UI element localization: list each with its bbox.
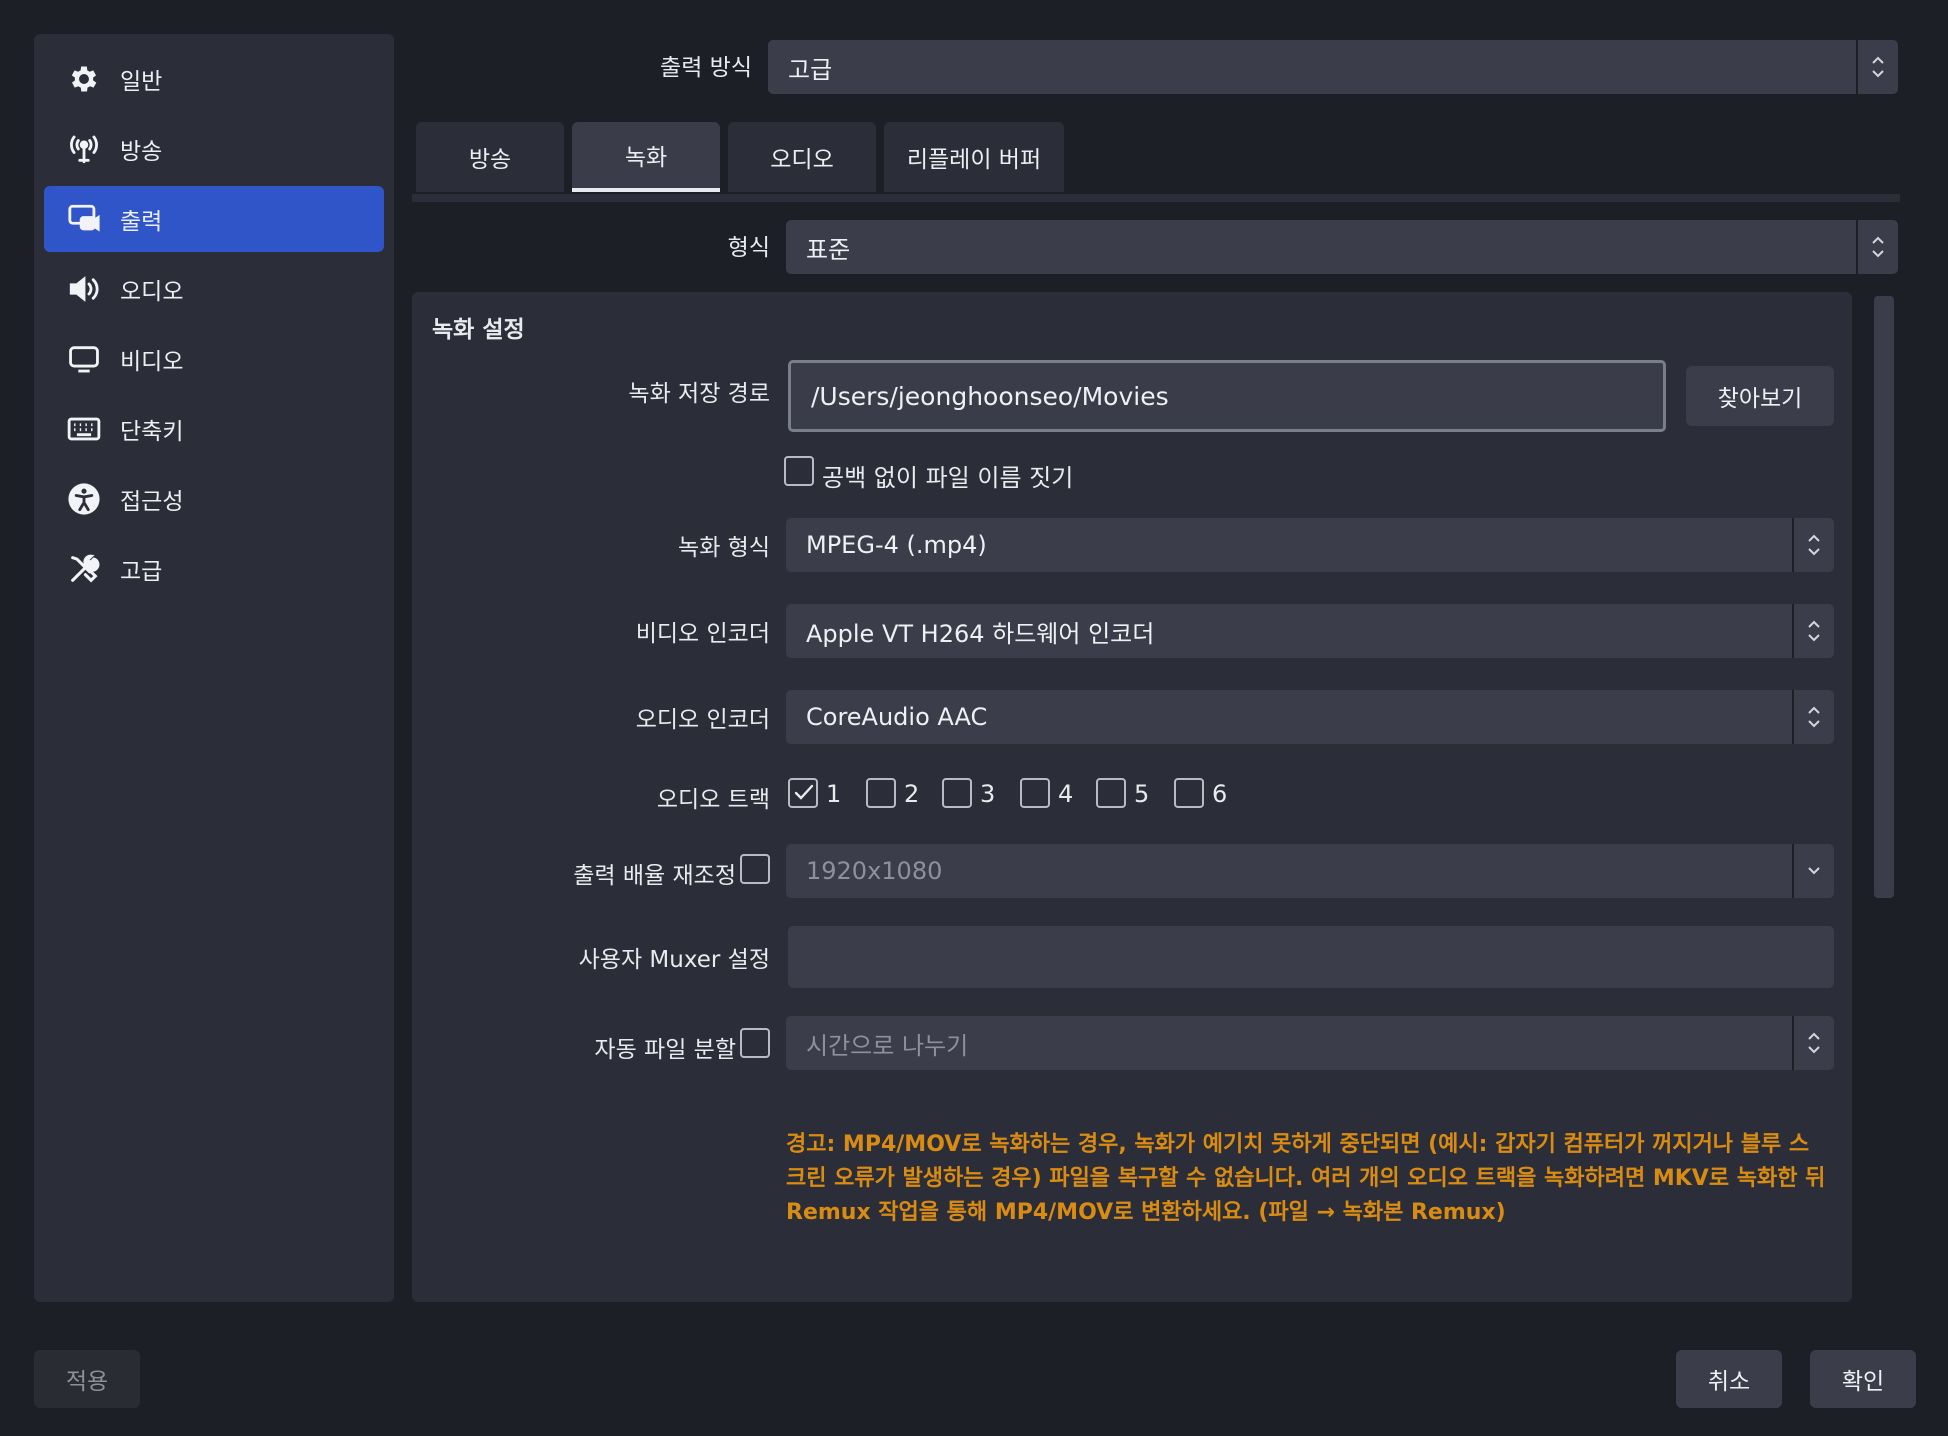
track-4-checkbox[interactable]	[1020, 778, 1050, 808]
tab-underline	[412, 194, 1900, 202]
output-icon	[66, 201, 102, 237]
track-3-checkbox[interactable]	[942, 778, 972, 808]
updown-chevron-icon	[1792, 518, 1834, 572]
updown-chevron-icon	[1792, 604, 1834, 658]
ok-button[interactable]: 확인	[1810, 1350, 1916, 1408]
sidebar-item-advanced[interactable]: 고급	[44, 536, 384, 602]
split-label: 자동 파일 분할	[594, 1037, 736, 1063]
updown-chevron-icon	[1792, 690, 1834, 744]
checkmark-icon	[794, 784, 814, 800]
track-5-checkbox[interactable]	[1096, 778, 1126, 808]
settings-sidebar: 일반 방송 출력 오디오 비디오 단축키 접근성 고급	[34, 34, 394, 1302]
section-title: 녹화 설정	[432, 317, 525, 343]
rescale-label: 출력 배율 재조정	[573, 863, 736, 889]
updown-chevron-icon	[1792, 1016, 1834, 1070]
rescale-checkbox[interactable]	[740, 854, 770, 884]
video-encoder-value: Apple VT H264 하드웨어 인코더	[806, 619, 1155, 648]
format-select[interactable]: 표준	[786, 220, 1898, 274]
track-label: 3	[980, 780, 996, 808]
sidebar-item-general[interactable]: 일반	[44, 46, 384, 112]
sidebar-item-label: 오디오	[120, 279, 184, 305]
rescale-select[interactable]: 1920x1080	[786, 844, 1834, 898]
browse-button[interactable]: 찾아보기	[1686, 366, 1834, 426]
output-mode-label: 출력 방식	[660, 55, 752, 81]
sidebar-item-label: 접근성	[120, 489, 184, 515]
sidebar-item-label: 출력	[120, 209, 163, 235]
tab-replay-buffer[interactable]: 리플레이 버퍼	[884, 122, 1064, 192]
rescale-value: 1920x1080	[806, 857, 943, 885]
apply-button[interactable]: 적용	[34, 1350, 140, 1408]
audio-encoder-label: 오디오 인코더	[635, 707, 770, 733]
gear-icon	[66, 61, 102, 97]
muxer-label: 사용자 Muxer 설정	[578, 947, 770, 973]
track-label: 4	[1058, 780, 1074, 808]
scrollbar[interactable]	[1874, 296, 1894, 898]
video-encoder-label: 비디오 인코더	[635, 621, 770, 647]
format-label: 형식	[727, 235, 770, 261]
rec-format-label: 녹화 형식	[678, 535, 770, 561]
no-space-label: 공백 없이 파일 이름 짓기	[822, 464, 1074, 492]
split-select[interactable]: 시간으로 나누기	[786, 1016, 1834, 1070]
path-input[interactable]: /Users/jeonghoonseo/Movies	[788, 360, 1666, 432]
output-mode-select[interactable]: 고급	[768, 40, 1898, 94]
track-6-checkbox[interactable]	[1174, 778, 1204, 808]
output-tabs: 방송 녹화 오디오 리플레이 버퍼	[416, 122, 1072, 194]
track-label: 6	[1212, 780, 1228, 808]
sidebar-item-hotkeys[interactable]: 단축키	[44, 396, 384, 462]
mp4-warning-text: 경고: MP4/MOV로 녹화하는 경우, 녹화가 예기치 못하게 중단되면 (…	[786, 1132, 1826, 1225]
sidebar-item-label: 일반	[120, 69, 163, 95]
split-checkbox[interactable]	[740, 1028, 770, 1058]
chevron-down-icon	[1792, 844, 1834, 898]
tab-stream[interactable]: 방송	[416, 122, 564, 192]
keyboard-icon	[66, 411, 102, 447]
sidebar-item-label: 고급	[120, 559, 163, 585]
track-label: 5	[1134, 780, 1150, 808]
sidebar-item-audio[interactable]: 오디오	[44, 256, 384, 322]
audio-track-label: 오디오 트랙	[656, 787, 770, 813]
tab-audio[interactable]: 오디오	[728, 122, 876, 192]
audio-encoder-value: CoreAudio AAC	[806, 703, 988, 731]
rec-format-select[interactable]: MPEG-4 (.mp4)	[786, 518, 1834, 572]
track-label: 2	[904, 780, 920, 808]
sidebar-item-stream[interactable]: 방송	[44, 116, 384, 182]
updown-chevron-icon	[1856, 220, 1898, 274]
track-2-checkbox[interactable]	[866, 778, 896, 808]
video-encoder-select[interactable]: Apple VT H264 하드웨어 인코더	[786, 604, 1834, 658]
cancel-button[interactable]: 취소	[1676, 1350, 1782, 1408]
updown-chevron-icon	[1856, 40, 1898, 94]
sidebar-item-label: 비디오	[120, 349, 184, 375]
split-value: 시간으로 나누기	[806, 1031, 969, 1060]
no-space-checkbox[interactable]	[784, 456, 814, 486]
rec-format-value: MPEG-4 (.mp4)	[806, 531, 987, 559]
audio-encoder-select[interactable]: CoreAudio AAC	[786, 690, 1834, 744]
monitor-icon	[66, 341, 102, 377]
sidebar-item-output[interactable]: 출력	[44, 186, 384, 252]
output-mode-value: 고급	[788, 55, 833, 84]
tab-recording[interactable]: 녹화	[572, 122, 720, 192]
path-label: 녹화 저장 경로	[628, 381, 770, 407]
accessibility-icon	[66, 481, 102, 517]
speaker-icon	[66, 271, 102, 307]
sidebar-item-label: 방송	[120, 139, 163, 165]
tools-icon	[66, 551, 102, 587]
muxer-input[interactable]	[788, 926, 1834, 988]
format-value: 표준	[806, 235, 851, 264]
track-label: 1	[826, 780, 842, 808]
broadcast-icon	[66, 131, 102, 167]
sidebar-item-accessibility[interactable]: 접근성	[44, 466, 384, 532]
sidebar-item-video[interactable]: 비디오	[44, 326, 384, 392]
sidebar-item-label: 단축키	[120, 419, 184, 445]
track-1-checkbox[interactable]	[788, 778, 818, 808]
